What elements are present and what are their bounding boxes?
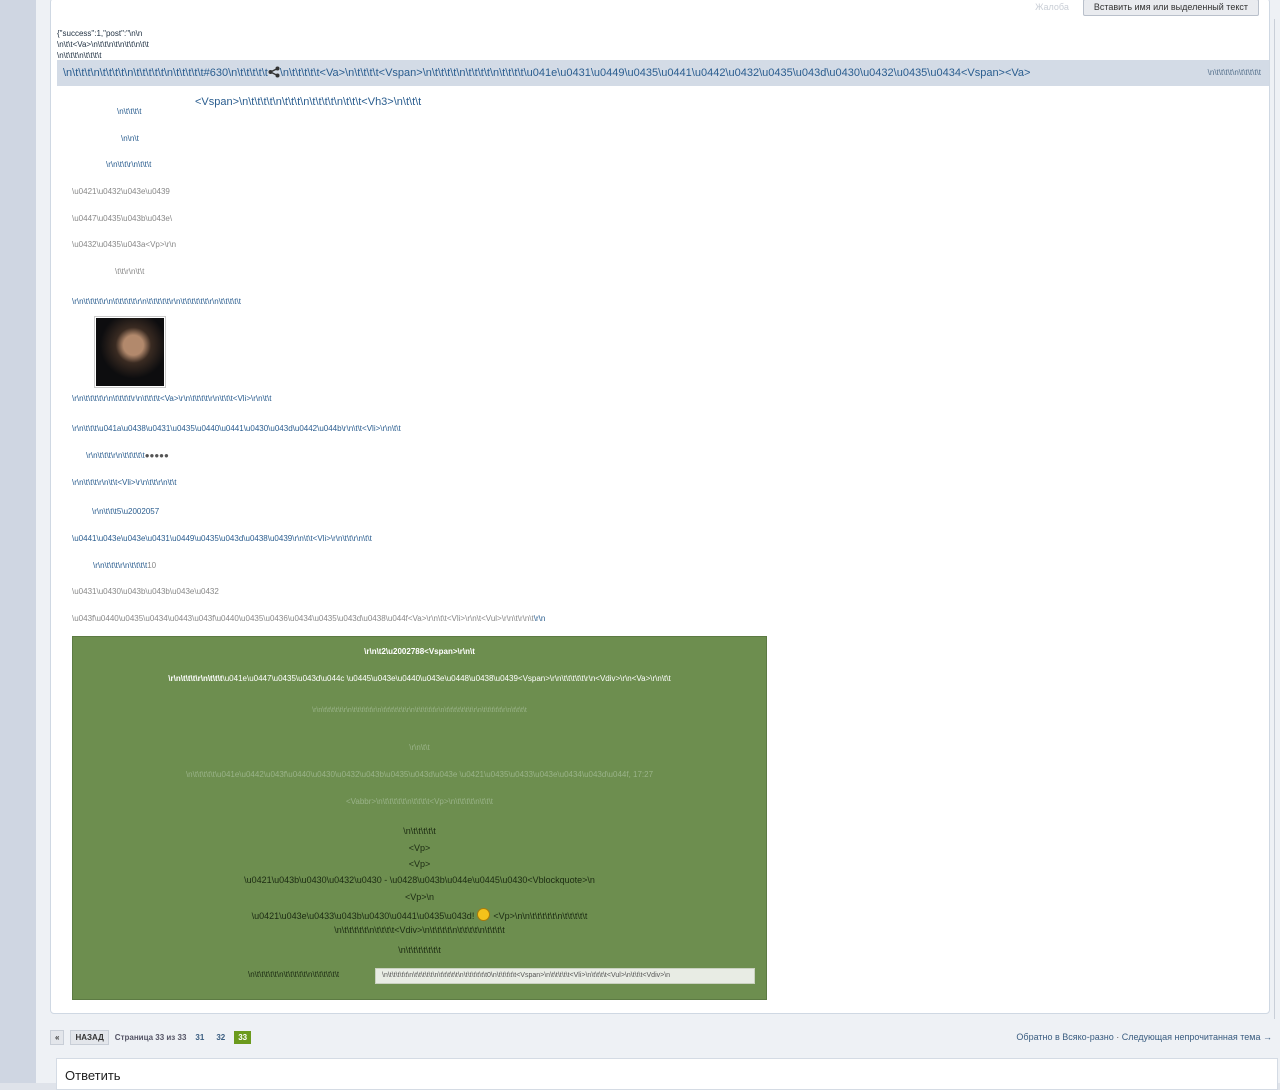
- info-line-7: \t\t\r\n\t\t: [115, 267, 145, 276]
- info-line-15-text: \r\n\t\t\t\r\n\t\t\t\t: [93, 561, 148, 570]
- quote-line-12-text: \u0421\u043e\u0433\u043b\u0430\u0441\u04…: [251, 911, 475, 921]
- post-header-title-right[interactable]: \n\t\t\t\t\t<Va>\n\t\t\t\t<Vspan>\n\t\t\…: [280, 67, 1031, 79]
- quote-block: \r\n\t2\u2002788<Vspan>\r\n\t \r\n\t\t\t…: [72, 636, 767, 1000]
- info-line-3: \r\n\t\t\r\n\t\t\t: [106, 160, 152, 169]
- quote-line-10: \u0421\u043b\u0430\u0432\u0430 - \u0428\…: [244, 875, 595, 885]
- post-toolbar: Жалоба Вставить имя или выделенный текст: [1035, 0, 1259, 16]
- reply-title: Ответить: [65, 1068, 121, 1083]
- quote-line-4: \r\n\t\t: [409, 743, 430, 752]
- info-line-17: \u043f\u0440\u0435\u0434\u0443\u043f\u04…: [72, 614, 545, 624]
- quote-line-2: \r\n\t\t\t\r\n\t\t\t\u041e\u0447\u0435\u…: [73, 674, 766, 684]
- info-line-14: \u0441\u043e\u043e\u0431\u0449\u0435\u04…: [72, 534, 372, 543]
- info-line-16: \u0431\u0430\u043b\u043b\u043e\u0432: [72, 587, 219, 596]
- quote-line-7: \n\t\t\t\t\t: [403, 826, 436, 836]
- avatar-image: [96, 318, 164, 386]
- info-line-1: \n\t\t\t\t: [117, 107, 142, 116]
- insert-quote-button[interactable]: Вставить имя или выделенный текст: [1082, 0, 1259, 16]
- post-count: \r\n\t\t\t5\u2002057: [92, 507, 160, 516]
- post-frame: Жалоба Вставить имя или выделенный текст…: [50, 0, 1275, 1019]
- report-link[interactable]: Жалоба: [1035, 2, 1069, 12]
- quote-line-15: \n\t\t\t\t\t\n\t\t\t\t\t\n\t\t\t\t\t\t: [248, 970, 340, 979]
- quote-line-8: <Vp>: [408, 843, 431, 853]
- quote-line-11: <Vp>\n: [404, 892, 435, 902]
- info-line-11: \r\n\t\t\t\r\n\t\t\t\t\t●●●●●: [86, 451, 169, 461]
- info-line-17-tail: \r\n: [533, 614, 546, 623]
- raw-json-line-1: {"success":1,"post":"\n\n: [57, 29, 143, 38]
- topic-nav: Обратно в Всяко-разно · Следующая непроч…: [1016, 1032, 1272, 1042]
- next-unread-topic-link[interactable]: Следующая непрочитанная тема →: [1122, 1032, 1272, 1042]
- post-header-bar: \n\t\t\t\n\t\t\t\t\n\t\t\t\t\t\n\t\t\t\t…: [57, 60, 1269, 86]
- info-line-6: \u0432\u0435\u043a<Vp>\r\n: [72, 240, 177, 249]
- pager-prev-button[interactable]: «: [50, 1030, 65, 1045]
- raw-json-line-2: \n\t\t<Va>\n\t\t\n\t\n\t\t\n\t\t: [57, 40, 149, 49]
- quote-line-14: \n\t\t\t\t\t\t\t: [398, 945, 441, 955]
- quote-line-12-tail: <Vp>\n\n\t\t\t\t\t\n\t\t\t\t\t: [493, 911, 588, 921]
- quote-line-3: \r\n\t\t\t\t\t\r\n\t\t\t\t\t\r\n\t\t\t\t…: [312, 707, 527, 714]
- warnings-link[interactable]: \u043f\u0440\u0435\u0434\u0443\u043f\u04…: [72, 614, 534, 623]
- quote-line-2-rest: \u041e\u0447\u0435\u043d\u044c \u0445\u0…: [222, 674, 671, 683]
- page: Жалоба Вставить имя или выделенный текст…: [36, 0, 1280, 1090]
- reputation-dots: ●●●●●: [144, 451, 169, 460]
- pager-page-31[interactable]: 31: [192, 1031, 207, 1044]
- post-header-title: \n\t\t\t\n\t\t\t\t\n\t\t\t\t\t\n\t\t\t\t…: [63, 66, 1030, 79]
- smiley-icon: [477, 908, 491, 921]
- code-strip: \n\t\t\t\t\t\n\t\t\t\t\t\n\t\t\t\t\t\n\t…: [375, 968, 755, 984]
- pager-page-32[interactable]: 32: [213, 1031, 228, 1044]
- info-line-8: \r\n\t\t\t\t\r\n\t\t\t\t\t\r\n\t\t\t\t\t…: [72, 297, 241, 306]
- pager-page-33-current: 33: [234, 1031, 252, 1044]
- info-line-5: \u0447\u0435\u043b\u043e\: [72, 214, 173, 223]
- quote-line-6: <Vabbr>\n\t\t\t\t\t\n\t\t\t\t<Vp>\n\t\t\…: [345, 797, 494, 806]
- info-line-11-text: \r\n\t\t\t\r\n\t\t\t\t\t: [86, 451, 145, 460]
- info-line-2: \n\n\t: [121, 134, 139, 143]
- reply-panel: Ответить: [56, 1058, 1278, 1090]
- quote-line-12: \u0421\u043e\u0433\u043b\u0430\u0441\u04…: [73, 908, 766, 921]
- quote-line-13: \n\t\t\t\t\t\n\t\t\t\t<Vdiv>\n\t\t\t\t\n…: [334, 925, 505, 935]
- info-line-4: \u0421\u0432\u043e\u0439: [72, 187, 170, 196]
- pagination: « НАЗАД Страница 33 из 33 31 32 33: [50, 1030, 252, 1045]
- quote-posted-time: \n\t\t\t\t\t\u041e\u0442\u043f\u0440\u04…: [185, 770, 654, 779]
- left-sidebar-strip: [0, 0, 36, 1083]
- nav-separator: ·: [1113, 1032, 1122, 1042]
- info-line-10[interactable]: \r\n\t\t\t\u041a\u0438\u0431\u0435\u0440…: [72, 424, 401, 434]
- frame-divider: [1274, 19, 1275, 1019]
- quote-line-9: <Vp>: [408, 859, 431, 869]
- user-avatar[interactable]: [94, 316, 166, 388]
- post-header-right: \n\t\t\t\t\n\t\t\t\t\t: [1207, 68, 1261, 77]
- quote-line-1: \r\n\t2\u2002788<Vspan>\r\n\t: [364, 647, 475, 656]
- pager-page-info: Страница 33 из 33: [114, 1033, 187, 1042]
- quote-line-2-bold: \r\n\t\t\t\r\n\t\t\t: [168, 674, 223, 683]
- info-line-12: \r\n\t\t\t\r\n\t\t<Vli>\r\n\t\t\r\n\t\t: [72, 478, 177, 487]
- header-sub-line: <Vspan>\n\t\t\t\t\n\t\t\t\n\t\t\t\t\n\t\…: [195, 96, 422, 108]
- back-to-forum-link[interactable]: Обратно в Всяко-разно: [1016, 1032, 1113, 1042]
- info-line-15: \r\n\t\t\t\r\n\t\t\t\t10: [93, 561, 156, 571]
- pager-back-button[interactable]: НАЗАД: [70, 1030, 109, 1045]
- points-value: 10: [147, 561, 157, 570]
- info-line-9: \r\n\t\t\t\t\r\n\t\t\t\t\r\n\t\t\t\t<Va>…: [72, 394, 272, 403]
- post-header-title-left[interactable]: \n\t\t\t\n\t\t\t\t\n\t\t\t\t\t\n\t\t\t\t…: [63, 67, 268, 79]
- share-icon[interactable]: [268, 66, 280, 78]
